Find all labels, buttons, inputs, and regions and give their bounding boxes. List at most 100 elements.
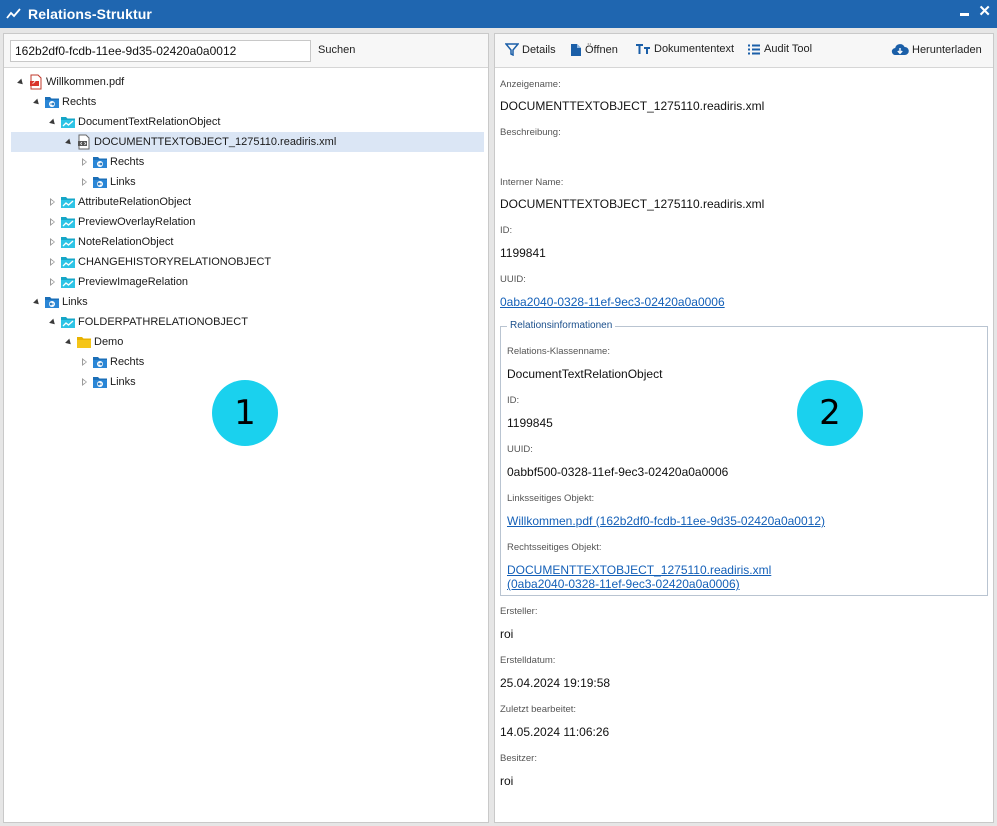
search-input[interactable] [10, 40, 311, 62]
collapse-icon[interactable] [48, 118, 57, 126]
expand-icon[interactable] [80, 158, 89, 166]
expand-icon[interactable] [48, 218, 57, 226]
created-date-label: Erstelldatum: [500, 655, 556, 666]
details-toolbar: Details Öffnen Dokumententext Audit Tool… [495, 34, 993, 68]
folder-icon [76, 334, 92, 350]
folder-left-relation-icon [92, 174, 108, 190]
display-name-value: DOCUMENTTEXTOBJECT_1275110.readiris.xml [500, 99, 765, 113]
filter-icon [505, 43, 519, 56]
expand-icon[interactable] [80, 358, 89, 366]
close-icon[interactable]: ✕ [978, 4, 991, 19]
creator-value: roi [500, 627, 514, 641]
collapse-icon[interactable] [64, 338, 73, 346]
collapse-icon[interactable] [32, 298, 41, 306]
expand-icon[interactable] [48, 238, 57, 246]
relation-id-label: ID: [507, 395, 520, 406]
folder-right-relation-icon [44, 94, 60, 110]
search-bar: Suchen [4, 34, 488, 68]
modified-date-value: 14.05.2024 11:06:26 [500, 725, 610, 739]
uuid-link[interactable]: 0aba2040-0328-11ef-9ec3-02420a0a0006 [500, 295, 725, 309]
relation-class-label: Relations-Klassenname: [507, 346, 610, 357]
tree-node-links[interactable]: Links [32, 292, 88, 312]
relation-object-icon [60, 114, 76, 130]
folder-right-relation-icon [92, 354, 108, 370]
tree-node-changehistoryrelationobject[interactable]: CHANGEHISTORYRELATIONOBJECT [48, 252, 271, 272]
collapse-icon[interactable] [64, 138, 73, 146]
tree-node-links-child[interactable]: Links [80, 172, 136, 192]
tree-node-label: Links [110, 176, 136, 188]
tree-node-folderpathrelationobject[interactable]: FOLDERPATHRELATIONOBJECT [48, 312, 248, 332]
internal-name-label: Interner Name: [500, 177, 564, 188]
tree-node-attributerelationobject[interactable]: AttributeRelationObject [48, 192, 191, 212]
tree-node-label: AttributeRelationObject [78, 196, 192, 208]
tree-node-label: Rechts [62, 96, 97, 108]
tree-node-rechts-child[interactable]: Rechts [80, 152, 144, 172]
tree-node-label: PreviewImageRelation [78, 276, 189, 288]
right-object-link-line2[interactable]: (0aba2040-0328-11ef-9ec3-02420a0a0006) [507, 577, 740, 591]
open-button-label: Öffnen [585, 44, 618, 56]
tree-node-label: Rechts [110, 356, 145, 368]
tree-node-previewimagerelation[interactable]: PreviewImageRelation [48, 272, 188, 292]
owner-value: roi [500, 774, 514, 788]
tree-node-label: Demo [94, 336, 124, 348]
text-icon [636, 44, 650, 54]
minimize-icon[interactable] [960, 5, 970, 19]
relation-object-icon [60, 194, 76, 210]
folder-left-relation-icon [44, 294, 60, 310]
collapse-icon[interactable] [48, 318, 57, 326]
relation-object-icon [60, 254, 76, 270]
tree-node-demo-rechts[interactable]: Rechts [80, 352, 144, 372]
collapse-icon[interactable] [16, 78, 25, 86]
uuid-label: UUID: [500, 274, 526, 285]
expand-icon[interactable] [48, 278, 57, 286]
download-button[interactable]: Herunterladen [891, 43, 982, 56]
tree-node-demo-links[interactable]: Links [80, 372, 136, 392]
tree-node-noterelationobject[interactable]: NoteRelationObject [48, 232, 173, 252]
relation-info-group: Relationsinformationen Relations-Klassen… [500, 320, 988, 596]
owner-label: Besitzer: [500, 753, 537, 764]
pdf-file-icon [28, 74, 44, 90]
details-button[interactable]: Details [505, 43, 556, 56]
tree-node-documenttextrelationobject[interactable]: DocumentTextRelationObject [48, 112, 220, 132]
expand-icon[interactable] [48, 198, 57, 206]
open-button[interactable]: Öffnen [570, 43, 618, 57]
tree-node-label: Rechts [110, 156, 145, 168]
right-object-link-line1[interactable]: DOCUMENTTEXTOBJECT_1275110.readiris.xml [507, 563, 771, 577]
tree-node-label: Links [62, 296, 88, 308]
left-object-label: Linksseitiges Objekt: [507, 493, 595, 504]
created-date-value: 25.04.2024 19:19:58 [500, 676, 611, 690]
tree-node-label: Links [110, 376, 136, 388]
document-text-button[interactable]: Dokumententext [635, 43, 734, 55]
list-icon [748, 44, 760, 54]
expand-icon[interactable] [80, 178, 89, 186]
title-bar: Relations-Struktur ✕ [0, 0, 997, 28]
tree-node-previewoverlayrelation[interactable]: PreviewOverlayRelation [48, 212, 195, 232]
id-value: 1199841 [500, 246, 546, 260]
expand-icon[interactable] [80, 378, 89, 386]
tree-node-demo[interactable]: Demo [64, 332, 123, 352]
details-button-label: Details [522, 43, 556, 56]
creator-label: Ersteller: [500, 606, 538, 617]
folder-right-relation-icon [92, 154, 108, 170]
tree-node-documenttextobject-selected[interactable]: DOCUMENTTEXTOBJECT_1275110.readiris.xml [11, 132, 484, 152]
callout-marker-2: 2 [797, 380, 863, 446]
audit-tool-button[interactable]: Audit Tool [747, 43, 812, 55]
relation-uuid-label: UUID: [507, 444, 533, 455]
tree-node-label: PreviewOverlayRelation [78, 216, 196, 228]
collapse-icon[interactable] [32, 98, 41, 106]
tree-node-rechts[interactable]: Rechts [32, 92, 96, 112]
description-label: Beschreibung: [500, 127, 561, 138]
relation-id-value: 1199845 [507, 416, 553, 430]
window-title: Relations-Struktur [28, 6, 152, 22]
search-button[interactable]: Suchen [318, 44, 355, 56]
cloud-download-icon [891, 44, 909, 56]
tree-node-label: Willkommen.pdf [46, 76, 125, 88]
left-object-link[interactable]: Willkommen.pdf (162b2df0-fcdb-11ee-9d35-… [507, 514, 825, 528]
relation-object-icon [60, 314, 76, 330]
tree-node-label: CHANGEHISTORYRELATIONOBJECT [78, 256, 272, 268]
modified-date-label: Zuletzt bearbeitet: [500, 704, 577, 715]
expand-icon[interactable] [48, 258, 57, 266]
folder-left-relation-icon [92, 374, 108, 390]
relations-app-icon [4, 4, 24, 24]
tree-node-willkommen-pdf[interactable]: Willkommen.pdf [16, 72, 124, 92]
